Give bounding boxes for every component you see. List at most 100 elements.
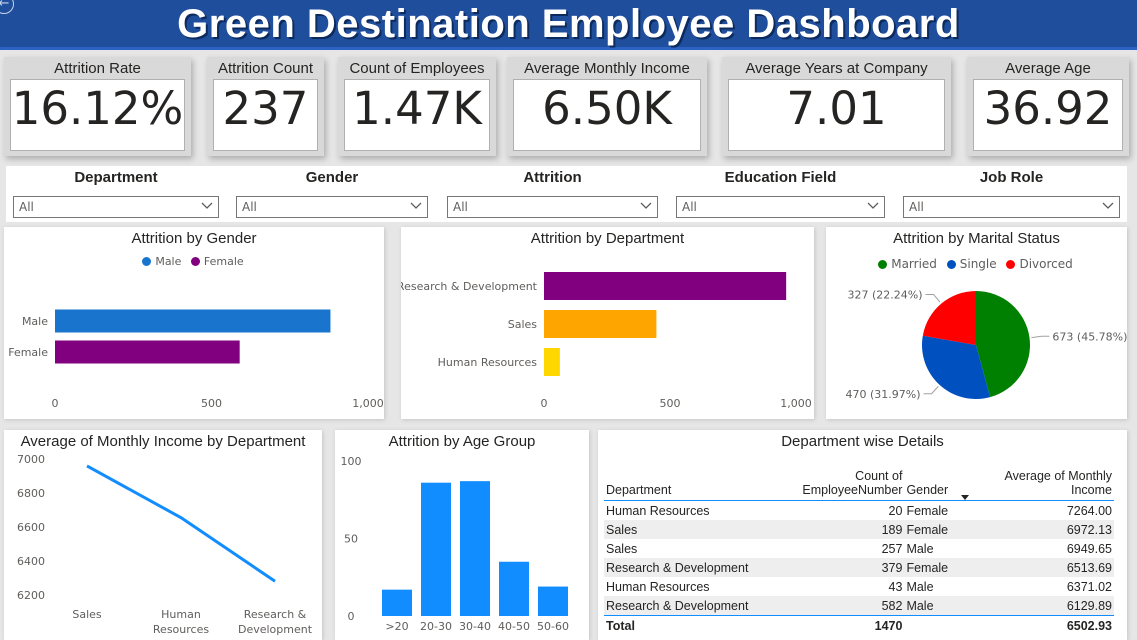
cell-income: 6949.65 bbox=[1066, 541, 1112, 556]
column-header-average-income[interactable]: Average of Monthly Income bbox=[958, 452, 1114, 501]
department-details-table-panel: Department wise Details Department Count… bbox=[598, 430, 1127, 640]
cell-department: Sales bbox=[604, 520, 751, 539]
column-header-employee-count[interactable]: Count of EmployeeNumber bbox=[750, 452, 905, 501]
dropdown-value: All bbox=[19, 200, 34, 214]
category-label: Sales bbox=[508, 318, 538, 331]
slicer-label: Gender bbox=[305, 169, 359, 186]
kpi-label: Attrition Rate bbox=[54, 60, 141, 77]
leader-line bbox=[925, 293, 941, 303]
leader-line bbox=[923, 386, 939, 395]
cell-department: Human Resources bbox=[606, 579, 710, 594]
column-header-gender[interactable]: Gender bbox=[904, 452, 959, 501]
bar-human-resources bbox=[544, 348, 560, 376]
slicer-department: Department All bbox=[6, 166, 226, 222]
y-tick-label: 0 bbox=[348, 610, 355, 623]
age-bar-plot: 100 50 0 >20 20-30 30-40 40-50 50-60 bbox=[341, 455, 569, 633]
cell-gender: Male bbox=[906, 541, 934, 556]
kpi-value: 7.01 bbox=[786, 82, 887, 135]
kpi-label: Average Monthly Income bbox=[524, 60, 690, 77]
bar-male bbox=[55, 309, 331, 333]
cell-gender: Female bbox=[904, 520, 959, 539]
bar-female bbox=[55, 340, 240, 364]
data-label: 470 (31.97%) bbox=[845, 388, 920, 401]
slicer-education-field: Education Field All bbox=[669, 166, 892, 222]
bar-age-20-30 bbox=[421, 482, 451, 616]
table-row[interactable]: Human Resources 43 Male 6371.02 bbox=[604, 577, 1114, 596]
job-role-dropdown[interactable]: All bbox=[903, 196, 1120, 218]
leader-line bbox=[1031, 335, 1050, 339]
pie-slice-divorced bbox=[922, 291, 976, 345]
kpi-card-average-age: Average Age 36.92 bbox=[967, 57, 1129, 156]
y-tick-label: 100 bbox=[341, 455, 362, 468]
x-category-label: >20 bbox=[385, 620, 408, 633]
column-header-department[interactable]: Department bbox=[604, 452, 751, 501]
bar-age-40-50 bbox=[499, 561, 529, 616]
cell-income: 7264.00 bbox=[1066, 503, 1112, 518]
table-row[interactable]: Sales 189 Female 6972.13 bbox=[604, 520, 1114, 539]
table-row[interactable]: Research & Development 582 Male 6129.89 bbox=[604, 596, 1114, 616]
kpi-value: 237 bbox=[222, 82, 309, 135]
cell-department: Human Resources bbox=[606, 503, 710, 518]
kpi-card-attrition-count: Attrition Count 237 bbox=[207, 57, 324, 156]
category-label: Research & Development bbox=[401, 280, 538, 293]
cell-count: 43 bbox=[888, 579, 903, 594]
cell-department: Sales bbox=[606, 541, 638, 556]
slicer-job-role: Job Role All bbox=[896, 166, 1127, 222]
cell-total-count: 1470 bbox=[750, 615, 905, 635]
x-tick-label: 0 bbox=[541, 397, 548, 410]
department-dropdown[interactable]: All bbox=[13, 196, 219, 218]
y-tick-label: 50 bbox=[344, 533, 358, 546]
attrition-by-gender-chart: Attrition by Gender Male Female Male Fema… bbox=[4, 227, 384, 419]
dropdown-value: All bbox=[242, 200, 257, 214]
chevron-down-icon bbox=[867, 202, 879, 209]
dashboard-title: Green Destination Employee Dashboard bbox=[177, 2, 960, 46]
cell-count: 582 bbox=[750, 596, 905, 616]
table-row[interactable]: Human Resources 20 Female 7264.00 bbox=[604, 501, 1114, 521]
bar-age-30-40 bbox=[460, 481, 490, 616]
chevron-down-icon bbox=[201, 202, 213, 209]
table-header-row: Department Count of EmployeeNumber Gende… bbox=[604, 452, 1114, 501]
x-tick-label: 1,000 bbox=[780, 397, 812, 410]
cell-income: 6972.13 bbox=[958, 520, 1114, 539]
table-total-row: Total 1470 6502.93 bbox=[604, 615, 1114, 635]
column-header-label: Average of Monthly Income bbox=[1004, 469, 1112, 497]
attrition-dropdown[interactable]: All bbox=[447, 196, 658, 218]
cell-gender: Male bbox=[904, 596, 959, 616]
slicer-bar: Department All Gender All Attrition All … bbox=[6, 166, 1127, 222]
x-tick-label: 500 bbox=[660, 397, 681, 410]
bar-research-development bbox=[544, 272, 787, 300]
cell-income: 6129.89 bbox=[958, 596, 1114, 616]
attrition-by-department-chart: Attrition by Department Research & Devel… bbox=[401, 227, 814, 419]
table-row[interactable]: Sales 257 Male 6949.65 bbox=[604, 539, 1114, 558]
x-category-label: 20-30 bbox=[420, 620, 452, 633]
x-category-label: Human bbox=[161, 608, 201, 621]
cell-income: 6513.69 bbox=[958, 558, 1114, 577]
gender-dropdown[interactable]: All bbox=[236, 196, 428, 218]
table-title: Department wise Details bbox=[781, 433, 944, 450]
cell-total-label: Total bbox=[604, 615, 751, 635]
bar-sales bbox=[544, 310, 657, 338]
dropdown-value: All bbox=[682, 200, 697, 214]
sort-descending-icon bbox=[961, 495, 970, 500]
department-bar-plot: Research & Development Sales Human Resourc… bbox=[401, 272, 812, 410]
dropdown-value: All bbox=[909, 200, 924, 214]
cell-department: Research & Development bbox=[604, 558, 751, 577]
x-tick-label: 1,000 bbox=[352, 397, 384, 410]
kpi-value: 16.12% bbox=[11, 82, 184, 135]
table-row[interactable]: Research & Development 379 Female 6513.6… bbox=[604, 558, 1114, 577]
x-tick-label: 0 bbox=[52, 397, 59, 410]
cell-count: 20 bbox=[888, 503, 903, 518]
bar-age--20 bbox=[382, 589, 412, 616]
cell-income: 6371.02 bbox=[1066, 579, 1112, 594]
x-category-label: Research & bbox=[244, 608, 307, 621]
cell-count: 189 bbox=[750, 520, 905, 539]
chevron-down-icon bbox=[1102, 202, 1114, 209]
chevron-down-icon bbox=[410, 202, 422, 209]
attrition-by-marital-status-chart: Attrition by Marital Status Married Sing… bbox=[826, 227, 1127, 419]
y-tick-label: 7000 bbox=[17, 453, 45, 466]
income-series-line bbox=[86, 464, 276, 583]
cell-gender: Female bbox=[904, 558, 959, 577]
x-category-label: Development bbox=[238, 623, 313, 636]
slicer-gender: Gender All bbox=[229, 166, 435, 222]
education-field-dropdown[interactable]: All bbox=[676, 196, 885, 218]
